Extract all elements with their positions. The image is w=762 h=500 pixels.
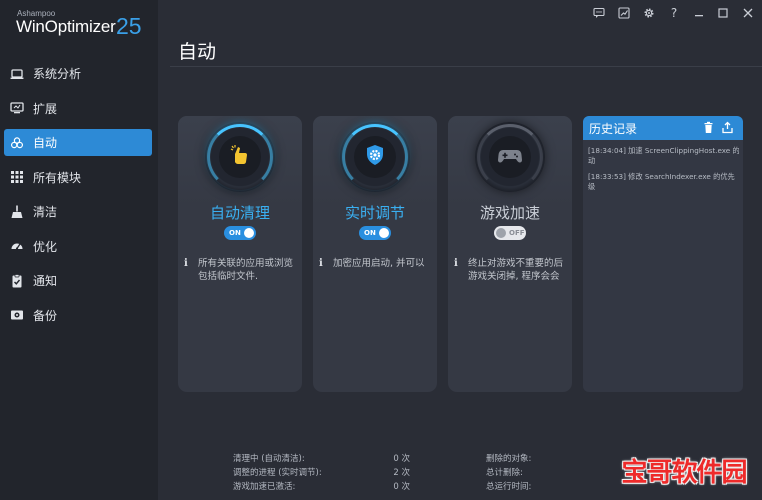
page-title: 自动: [178, 41, 217, 63]
stat-label: 总运行时间:: [486, 482, 532, 492]
trash-icon[interactable]: [702, 121, 715, 134]
sidebar-nav: 系统分析 扩展 自动 所有模块 清洁 优化 通知 备份: [4, 60, 152, 336]
live-tuner-toggle[interactable]: ON: [359, 226, 391, 240]
stat-label: 调整的进程 (实时调节):: [233, 468, 322, 478]
sidebar-item-backup[interactable]: 备份: [4, 302, 152, 329]
stat-label: 总计删除:: [486, 468, 523, 478]
card-live-tuner[interactable]: 实时调节 ON i 加密应用启动, 并可以: [313, 116, 437, 392]
sidebar-item-auto[interactable]: 自动: [4, 129, 152, 156]
sidebar-item-label: 自动: [33, 136, 58, 150]
sidebar-item-label: 优化: [33, 239, 58, 254]
biohazard-icon: [10, 136, 24, 150]
sidebar-item-label: 清洁: [33, 205, 58, 219]
cleaning-hand-icon: [228, 143, 252, 171]
sidebar-item-clean[interactable]: 清洁: [4, 198, 152, 225]
toggle-label: ON: [364, 229, 376, 237]
sidebar-item-label: 通知: [33, 274, 58, 288]
card-title: 实时调节: [344, 204, 405, 222]
info-icon: i: [184, 258, 188, 269]
card-title: 游戏加速: [479, 204, 540, 222]
auto-clean-toggle[interactable]: ON: [224, 226, 256, 240]
card-desc-text: 加密应用启动, 并可以: [333, 258, 425, 269]
backup-icon: [10, 308, 24, 322]
sidebar-item-label: 扩展: [33, 101, 58, 116]
sidebar-item-extensions[interactable]: 扩展: [4, 95, 152, 122]
monitor-icon: [10, 101, 24, 115]
stat-label: 游戏加速已激活:: [233, 482, 296, 492]
info-icon: i: [319, 258, 323, 269]
info-icon: i: [454, 258, 458, 269]
stat-label: 清理中 (自动清洁):: [233, 454, 305, 464]
card-description: i 加密应用启动, 并可以: [319, 257, 435, 285]
sidebar-item-notify[interactable]: 通知: [4, 267, 152, 294]
watermark-logo: 宝哥软件园: [618, 451, 750, 489]
laptop-icon: [10, 67, 24, 81]
broom-icon: [10, 205, 24, 219]
sidebar-item-system-analysis[interactable]: 系统分析: [4, 60, 152, 87]
toggle-label: OFF: [509, 229, 525, 237]
history-entry: [18:33:53] 修改 SearchIndexer.exe 的优先 级: [588, 172, 735, 191]
stat-label: 删除的对象:: [486, 454, 532, 464]
gauge-icon: [10, 239, 24, 253]
minimize-icon[interactable]: [691, 5, 707, 21]
stat-value: 0 次: [393, 482, 410, 492]
card-description: i 终止对游戏不重要的后 游戏关闭掉, 程序会会: [454, 257, 570, 285]
stat-value: 0 次: [393, 454, 410, 464]
card-ring: [475, 122, 545, 192]
sidebar-item-label: 系统分析: [33, 67, 82, 81]
maximize-icon[interactable]: [715, 5, 731, 21]
brand-product: WinOptimizer: [16, 17, 116, 36]
game-booster-toggle[interactable]: OFF: [494, 226, 526, 240]
grid-icon: [10, 170, 24, 184]
close-icon[interactable]: [740, 5, 756, 21]
card-game-booster[interactable]: 游戏加速 OFF i 终止对游戏不重要的后 游戏关闭掉, 程序会会: [448, 116, 572, 392]
help-icon[interactable]: ?: [666, 5, 682, 21]
chart-icon[interactable]: [616, 5, 632, 21]
card-ring: [205, 122, 275, 192]
card-desc-text: 所有关联的应用或浏览 包括临时文件.: [198, 258, 294, 282]
clipboard-check-icon: [10, 273, 24, 288]
card-auto-clean[interactable]: 自动清理 ON i 所有关联的应用或浏览 包括临时文件.: [178, 116, 302, 392]
title-bar: ?: [158, 0, 762, 28]
sidebar-item-label: 备份: [33, 308, 58, 323]
export-icon[interactable]: [721, 121, 734, 134]
history-entry: [18:34:04] 加速 ScreenClippingHost.exe 的启 …: [588, 146, 739, 165]
shield-gear-icon: [363, 143, 387, 171]
stat-value: 2 次: [393, 468, 410, 478]
title-divider: [170, 66, 762, 67]
sidebar-item-label: 所有模块: [33, 170, 82, 185]
history-header: 历史记录: [583, 116, 743, 140]
sidebar-item-optimize[interactable]: 优化: [4, 233, 152, 260]
card-description: i 所有关联的应用或浏览 包括临时文件.: [184, 257, 300, 285]
brand-version: 25: [116, 13, 142, 39]
sidebar: Ashampoo WinOptimizer 25 系统分析 扩展 自动 所有模块: [0, 0, 158, 500]
feedback-icon[interactable]: [591, 5, 607, 21]
card-title: 自动清理: [209, 204, 270, 222]
gamepad-icon: [497, 143, 523, 171]
gear-icon[interactable]: [641, 5, 657, 21]
card-ring: [340, 122, 410, 192]
watermark-text: 宝哥软件园: [621, 457, 747, 488]
history-panel: 历史记录 [18:34:04] 加速 ScreenClippingHost.ex…: [583, 116, 743, 392]
toggle-label: ON: [229, 229, 241, 237]
card-desc-text: 终止对游戏不重要的后 游戏关闭掉, 程序会会: [468, 258, 564, 282]
sidebar-item-all-modules[interactable]: 所有模块: [4, 164, 152, 191]
history-title: 历史记录: [589, 121, 638, 136]
